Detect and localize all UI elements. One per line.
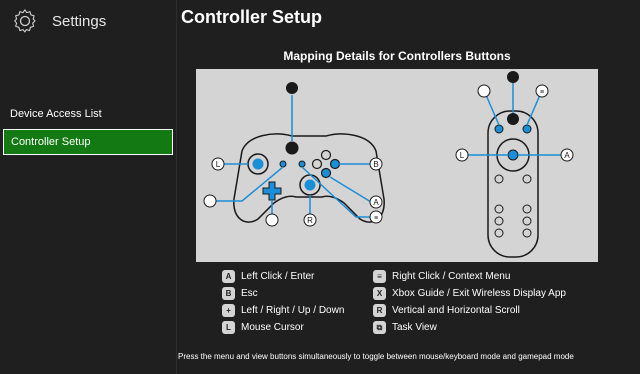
dpad-icon: +	[222, 304, 235, 317]
svg-text:A: A	[564, 151, 570, 160]
xbox-button-icon: X	[373, 287, 386, 300]
legend-item: R Vertical and Horizontal Scroll	[373, 302, 566, 319]
mapping-diagram-svg: L B A ≡ R ≡ L A	[203, 71, 574, 258]
menu-button-icon: ≡	[373, 270, 386, 283]
settings-label: Settings	[52, 12, 107, 30]
svg-text:≡: ≡	[540, 89, 544, 96]
r-callout: R	[307, 216, 313, 225]
view-callout	[203, 194, 217, 208]
sidebar-item-label: Device Access List	[10, 108, 102, 120]
legend-item: A Left Click / Enter	[222, 268, 344, 285]
xbox-callout	[286, 82, 298, 94]
svg-text:L: L	[460, 151, 465, 160]
sidebar-item-device-access-list[interactable]: Device Access List	[3, 101, 173, 127]
legend-item: ≡ Right Click / Context Menu	[373, 268, 566, 285]
settings-header: Settings	[12, 6, 106, 36]
page-title: Controller Setup	[181, 7, 323, 27]
legend-item: ⧉ Task View	[373, 319, 566, 336]
l-callout: L	[216, 160, 221, 169]
legend-label: Right Click / Context Menu	[392, 271, 511, 282]
legend-item: B Esc	[222, 285, 344, 302]
controller-mapping-diagram: L B A ≡ R ≡ L A	[196, 69, 598, 262]
right-stick-icon: R	[373, 304, 386, 317]
legend-right: ≡ Right Click / Context Menu X Xbox Guid…	[373, 268, 566, 336]
gamepad-outline	[233, 133, 385, 223]
gear-icon	[14, 9, 36, 33]
xbox-button	[285, 141, 299, 155]
view-button	[279, 160, 287, 168]
sidebar-divider	[176, 0, 177, 374]
legend-item: X Xbox Guide / Exit Wireless Display App	[373, 285, 566, 302]
b-callout: B	[373, 160, 378, 169]
a-button-icon: A	[222, 270, 235, 283]
dpad-callout	[265, 213, 279, 227]
legend-label: Mouse Cursor	[241, 322, 304, 333]
left-stick-icon: L	[222, 321, 235, 334]
sidebar-item-controller-setup[interactable]: Controller Setup	[3, 129, 173, 155]
footnote: Press the menu and view buttons simultan…	[178, 352, 574, 361]
b-button-icon: B	[222, 287, 235, 300]
legend-label: Left Click / Enter	[241, 271, 315, 282]
mapping-title: Mapping Details for Controllers Buttons	[283, 49, 511, 63]
legend-item: L Mouse Cursor	[222, 319, 344, 336]
view-button-icon: ⧉	[373, 321, 386, 334]
menu-button	[298, 160, 306, 168]
legend-label: Xbox Guide / Exit Wireless Display App	[392, 288, 566, 299]
sidebar-item-label: Controller Setup	[11, 136, 91, 148]
a-callout: A	[373, 198, 379, 207]
legend-label: Esc	[241, 288, 258, 299]
menu-callout: ≡	[374, 215, 378, 222]
sidebar: Settings Device Access List Controller S…	[0, 0, 178, 374]
legend-label: Vertical and Horizontal Scroll	[392, 305, 520, 316]
legend-left: A Left Click / Enter B Esc + Left / Righ…	[222, 268, 344, 336]
legend-label: Task View	[392, 322, 437, 333]
legend-label: Left / Right / Up / Down	[241, 305, 345, 316]
legend-item: + Left / Right / Up / Down	[222, 302, 344, 319]
